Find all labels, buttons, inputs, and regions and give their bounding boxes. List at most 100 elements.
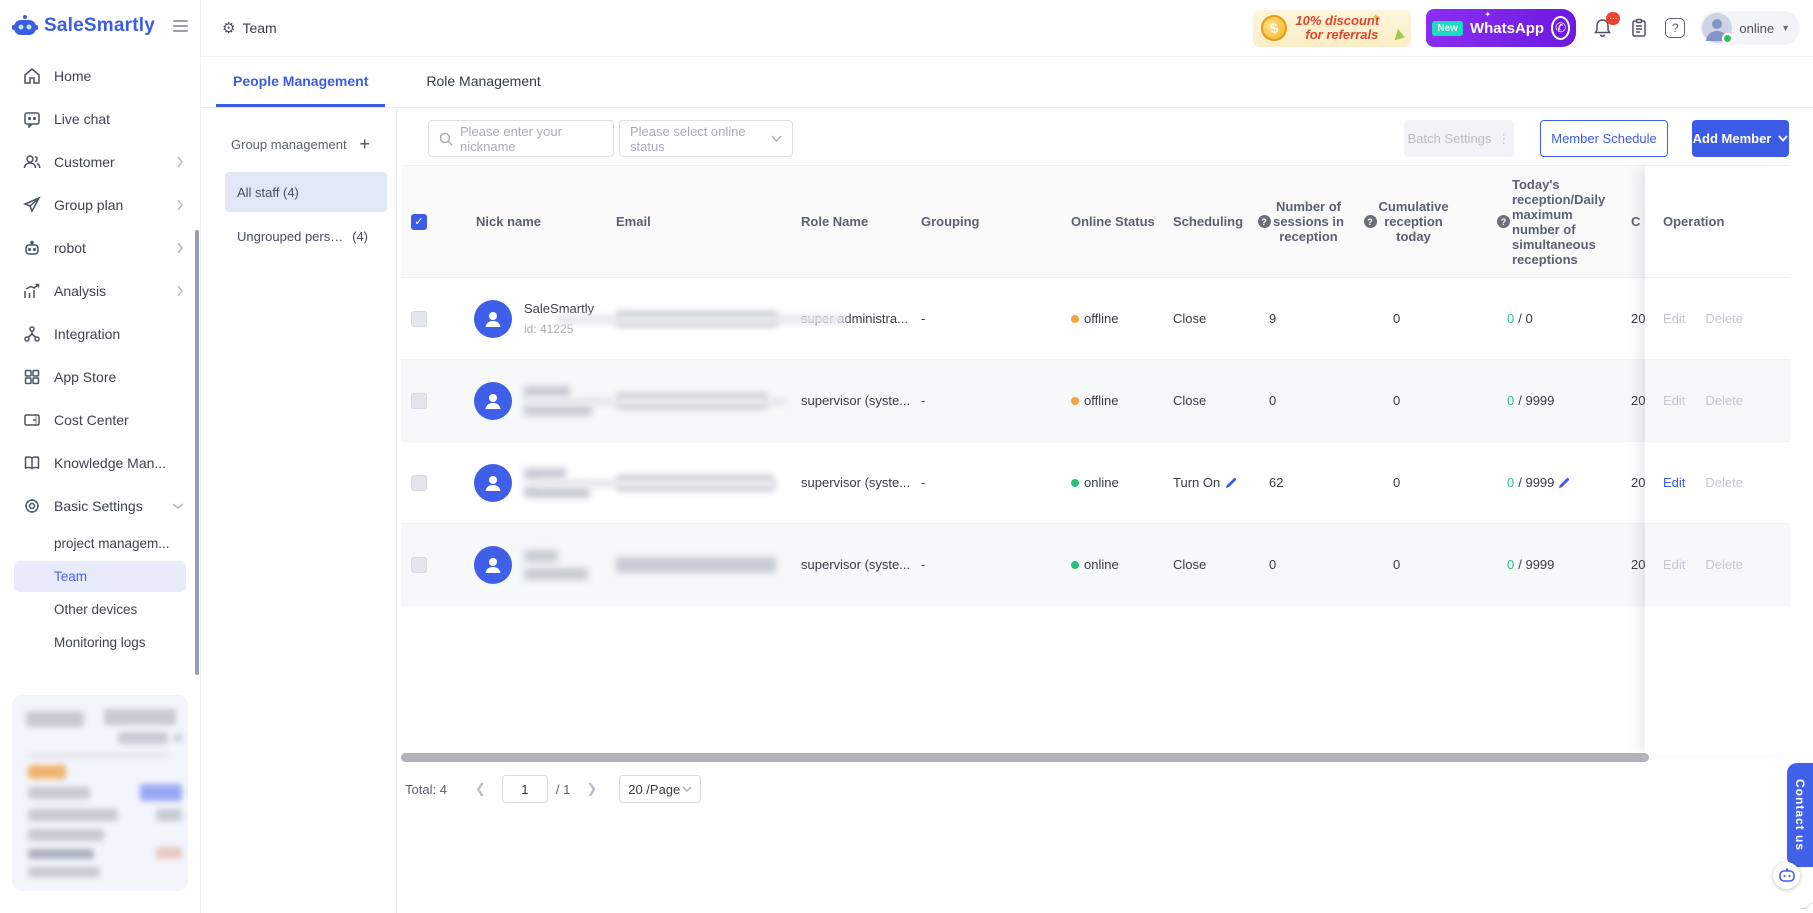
redacted-strip [556,315,846,324]
contact-us-tab[interactable]: Contact us [1787,763,1813,867]
group-management-title: Group management [231,137,347,152]
sidebar-item-other-devices[interactable]: Other devices [0,593,200,626]
sidebar: SaleSmartly Home Live chat Customer Grou… [0,0,201,913]
delete-button[interactable]: Delete [1705,475,1743,490]
chevron-down-icon [771,135,782,142]
redacted-strip [526,397,786,406]
edit-button[interactable]: Edit [1663,393,1685,408]
prev-page-button[interactable]: ❮ [463,781,498,797]
delete-button[interactable]: Delete [1705,311,1743,326]
page-size-select[interactable]: 20 /Page [619,775,701,803]
sidebar-item-app-store[interactable]: App Store [0,355,200,398]
batch-settings-button[interactable]: Batch Settings ⋮ [1404,120,1514,157]
horizontal-scrollbar[interactable] [401,753,1649,762]
row-checkbox[interactable] [411,475,427,491]
profile-menu[interactable]: online ▼ [1700,11,1800,45]
add-member-button[interactable]: Add Member [1692,120,1789,157]
row-checkbox[interactable] [411,557,427,573]
edit-scheduling-pencil-icon[interactable] [1225,477,1237,489]
chevron-right-icon [176,156,184,168]
whatsapp-icon: ✆ [1551,16,1570,40]
next-page-button[interactable]: ❯ [574,781,609,797]
table-header-row: ✓ Nick name Email Role Name Grouping Onl… [401,165,1790,278]
referral-discount-banner[interactable]: $ 10% discount for referrals ✦ [1253,10,1411,47]
brand-robot-icon [12,14,38,38]
table-row: SaleSmartly id: 41225 super administra..… [401,278,1790,360]
robot-icon [22,238,42,258]
delete-button[interactable]: Delete [1705,393,1743,408]
member-nickname: SaleSmartly [524,301,594,316]
edit-button[interactable]: Edit [1663,557,1685,572]
edit-limit-pencil-icon[interactable] [1558,477,1570,489]
sidebar-item-integration[interactable]: Integration [0,312,200,355]
sidebar-scrollbar[interactable] [195,230,199,675]
chat-widget-button[interactable] [1773,862,1800,889]
topbar: ⚙ Team $ 10% discount for referrals ✦ Ne… [201,0,1813,57]
member-avatar [474,464,512,502]
status-dot [1071,479,1079,487]
sidebar-item-group-plan[interactable]: Group plan [0,183,200,226]
new-badge: New [1432,21,1463,36]
sidebar-item-project-management[interactable]: project managem... [0,527,200,560]
row-checkbox[interactable] [411,393,427,409]
status-dot [1071,397,1079,405]
tasks-clipboard[interactable] [1628,17,1650,39]
coin-icon: $ [1259,13,1290,44]
sidebar-item-team[interactable]: Team [14,561,186,592]
status-dot [1071,315,1079,323]
help-icon[interactable]: ? [1258,215,1271,228]
sidebar-item-basic-settings[interactable]: Basic Settings [0,484,200,527]
nickname-redacted [524,386,570,398]
tab-people-management[interactable]: People Management [216,57,385,107]
sidebar-item-robot[interactable]: robot [0,226,200,269]
sidebar-item-analysis[interactable]: Analysis [0,269,200,312]
whatsapp-promo-banner[interactable]: New WhatsApp ✦ ✆ [1426,9,1576,47]
status-dot [1071,561,1079,569]
redacted-strip [536,479,776,488]
member-avatar [474,382,512,420]
sidebar-item-home[interactable]: Home [0,54,200,97]
group-item-all-staff[interactable]: All staff (4) [225,172,387,212]
customer-icon [22,152,42,172]
total-label: Total: [405,782,436,797]
ungrouped-count: (4) [352,229,368,244]
page-number-input[interactable]: 1 [502,775,548,803]
row-checkbox[interactable] [411,311,427,327]
email-redacted [616,557,776,573]
edit-button[interactable]: Edit [1663,311,1685,326]
member-avatar [474,546,512,584]
sidebar-item-monitoring-logs[interactable]: Monitoring logs [0,626,200,659]
group-item-ungrouped[interactable]: Ungrouped perso... (4) [225,221,368,251]
delete-button[interactable]: Delete [1705,557,1743,572]
chevron-down-icon [172,502,184,510]
select-all-checkbox[interactable]: ✓ [411,214,427,230]
online-status-select[interactable]: Please select online status [619,120,793,157]
sidebar-item-customer[interactable]: Customer [0,140,200,183]
chevron-down-icon [682,786,692,792]
sidebar-item-live-chat[interactable]: Live chat [0,97,200,140]
sidebar-item-cost-center[interactable]: Cost Center [0,398,200,441]
search-icon [439,132,453,146]
app-store-icon [22,367,42,387]
add-group-button[interactable]: + [359,135,370,153]
table-row: supervisor (syste... - offline Close 0 0… [401,360,1790,442]
member-schedule-button[interactable]: Member Schedule [1540,120,1668,157]
sidebar-item-knowledge[interactable]: Knowledge Man... [0,441,200,484]
gear-icon [22,496,42,516]
chevron-right-icon [176,242,184,254]
table-row: supervisor (syste... - online Close 0 0 … [401,524,1790,606]
chevron-right-icon [176,285,184,297]
help-icon[interactable]: ? [1364,215,1377,228]
page-count: / 1 [556,782,570,797]
tab-role-management[interactable]: Role Management [409,57,557,107]
edit-button[interactable]: Edit [1663,475,1685,490]
nickname-search-input[interactable]: Please enter your nickname [428,120,614,157]
group-panel: Group management + All staff (4) Ungroup… [201,108,397,913]
collapse-menu-icon[interactable] [173,20,188,32]
help-icon[interactable]: ? [1497,215,1510,228]
status-label: online [1739,21,1774,36]
sparkle-icon: ✦ [1484,10,1491,19]
notifications-bell[interactable]: ⋯ [1591,17,1613,39]
help-icon[interactable]: ? [1665,18,1685,38]
member-id: id: 41225 [524,322,594,336]
